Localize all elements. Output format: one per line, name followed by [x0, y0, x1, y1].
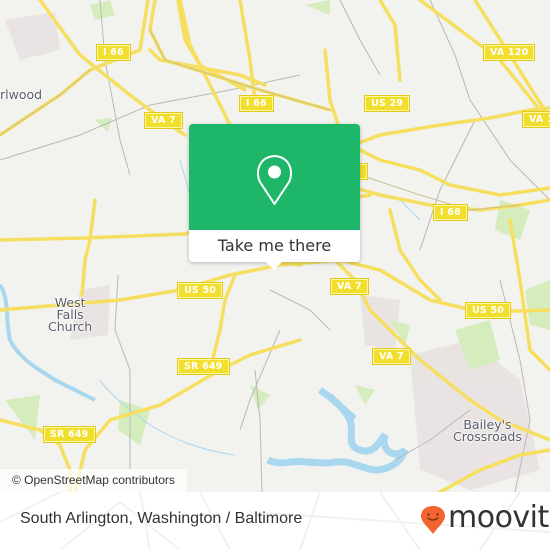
popup-tail	[265, 261, 283, 270]
shield-va7-north: VA 7	[144, 112, 183, 129]
take-me-there-popup[interactable]: Take me there	[189, 124, 360, 270]
take-me-there-button[interactable]: Take me there	[189, 230, 360, 262]
shield-us50-east: US 50	[464, 302, 512, 319]
shield-i66-west: I 66	[96, 44, 131, 61]
map-view[interactable]: rlwood West Falls Church Bailey's Crossr…	[0, 0, 550, 492]
shield-sr649-west: SR 649	[43, 426, 96, 443]
shield-us50-west: US 50	[176, 282, 224, 299]
shield-va120: VA 120	[482, 44, 536, 61]
footer-bar: South Arlington, Washington / Baltimore …	[0, 492, 550, 550]
map-pin-icon	[256, 155, 293, 205]
place-baileys-crossroads: Bailey's Crossroads	[453, 418, 522, 444]
shield-va1x: VA 1	[522, 111, 550, 128]
popup-header[interactable]	[189, 124, 360, 230]
shield-va7-south: VA 7	[372, 348, 411, 365]
location-title: South Arlington, Washington / Baltimore	[20, 510, 303, 527]
shield-us29: US 29	[363, 95, 411, 112]
place-line: Church	[48, 319, 93, 334]
shield-sr649-center: SR 649	[177, 358, 230, 375]
place-ellwood: rlwood	[0, 87, 43, 102]
moovit-smiley-pin-icon	[421, 506, 445, 534]
shield-i66-north: I 66	[239, 95, 274, 112]
map-attribution[interactable]: © OpenStreetMap contributors	[0, 469, 187, 492]
shield-va7-center: VA 7	[330, 278, 369, 295]
moovit-wordmark: moovit	[448, 500, 549, 535]
shield-i66-east: I 66	[433, 204, 468, 221]
place-line: Crossroads	[453, 429, 522, 444]
place-west-falls-church: West Falls Church	[48, 296, 93, 334]
